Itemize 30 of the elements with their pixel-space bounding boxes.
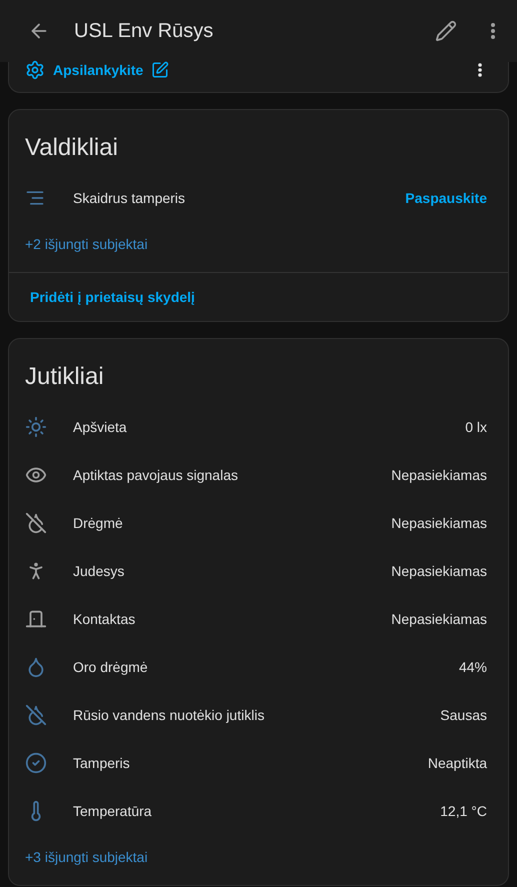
open-external-icon bbox=[151, 61, 170, 79]
add-to-dashboard-button[interactable]: Pridėti į prietaisų skydelį bbox=[17, 285, 208, 309]
sensor-name: Temperatūra bbox=[73, 803, 153, 819]
visit-link[interactable]: Apsilankykite bbox=[53, 62, 144, 78]
sensor-name: Aptiktas pavojaus signalas bbox=[73, 467, 239, 483]
more-icon bbox=[491, 23, 495, 39]
sensor-value: 44% bbox=[458, 659, 487, 675]
entity-name: Skaidrus tamperis bbox=[73, 190, 186, 206]
settings-icon bbox=[25, 60, 45, 80]
card-title: Valdikliai bbox=[24, 133, 119, 163]
sensor-name: Tamperis bbox=[73, 755, 131, 771]
sensor-value: Nepasiekiamas bbox=[391, 515, 487, 531]
sensor-value: 12,1 °C bbox=[440, 803, 487, 819]
sensor-name: Kontaktas bbox=[73, 611, 136, 627]
sensor-value: Nepasiekiamas bbox=[391, 467, 487, 483]
sensor-name: Oro drėgmė bbox=[73, 659, 149, 675]
sensor-value: Nepasiekiamas bbox=[391, 563, 487, 579]
sensor-name: Rūsio vandens nuotėkio jutiklis bbox=[73, 707, 266, 723]
sensor-value: 0 lx bbox=[465, 419, 487, 435]
page-title: USL Env Rūsys bbox=[74, 20, 214, 42]
press-button[interactable]: Paspauskite bbox=[405, 190, 487, 206]
sensor-value: Nepasiekiamas bbox=[391, 611, 487, 627]
sensor-value: Sausas bbox=[440, 707, 487, 723]
sensor-name: Judesys bbox=[73, 563, 126, 579]
card-title: Jutikliai bbox=[24, 362, 105, 392]
sensor-value: Neaptikta bbox=[428, 755, 487, 771]
sensor-name: Drėgmė bbox=[73, 515, 124, 531]
sensor-name: Apšvieta bbox=[73, 419, 128, 435]
pencil-icon bbox=[435, 20, 457, 42]
more-icon bbox=[478, 63, 482, 77]
